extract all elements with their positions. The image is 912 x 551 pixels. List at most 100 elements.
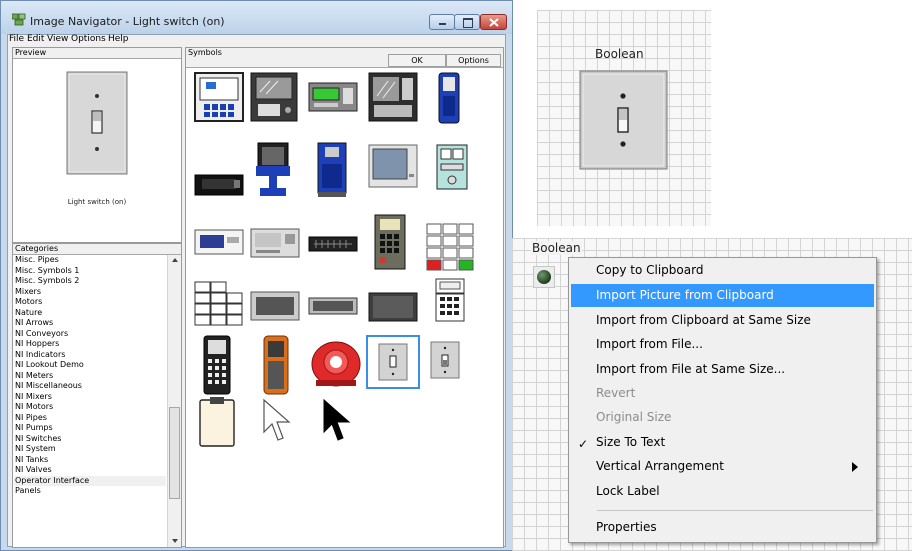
category-item[interactable]: NI Lookout Demo (14, 360, 166, 371)
categories-list: Misc. Pipes Misc. Symbols 1 Misc. Symbols … (14, 255, 166, 497)
symbol-light-switch-on-selected[interactable] (366, 335, 420, 389)
category-item[interactable]: NI Pumps (14, 423, 166, 434)
symbol-operator-panel-blue[interactable] (194, 72, 244, 122)
close-icon (489, 18, 499, 27)
preview-panel: Preview Light switch (on) (12, 47, 182, 243)
symbols-label: Symbols (188, 48, 222, 57)
category-item[interactable]: NI Valves (14, 465, 166, 476)
symbol-panel-grey[interactable] (250, 228, 300, 258)
category-item[interactable]: Misc. Symbols 1 (14, 266, 166, 277)
category-item[interactable]: Nature (14, 308, 166, 319)
category-item[interactable]: Misc. Pipes (14, 255, 166, 266)
scroll-up-icon[interactable] (172, 258, 178, 262)
symbol-handheld-terminal[interactable] (202, 335, 232, 395)
symbol-button-matrix[interactable] (426, 223, 474, 271)
options-button[interactable]: Options (446, 54, 501, 67)
symbols-panel: Symbols OK Options (185, 47, 504, 548)
menu-options[interactable]: Options (71, 34, 106, 44)
symbol-flat-panel[interactable] (250, 291, 300, 321)
image-navigator-window: Image Navigator - Light switch (on) File… (0, 0, 513, 551)
menu-bar: File Edit View Options Help (8, 34, 505, 46)
symbol-kiosk-blue[interactable] (316, 142, 348, 198)
menu-view[interactable]: View (47, 34, 68, 44)
symbol-window-grid[interactable] (194, 281, 244, 327)
categories-header: Categories (13, 244, 181, 255)
menu-item-import-from-file[interactable]: Import from File... (571, 333, 874, 356)
symbol-handheld-orange[interactable] (262, 335, 290, 395)
boolean-led-indicator[interactable] (533, 266, 555, 288)
category-item[interactable]: NI Indicators (14, 350, 166, 361)
symbol-handheld-blue[interactable] (436, 72, 462, 124)
menu-item-import-from-file-same-size[interactable]: Import from File at Same Size... (571, 358, 874, 381)
symbol-crt-monitor[interactable] (368, 144, 418, 188)
symbol-display-green[interactable] (308, 82, 358, 112)
menu-item-properties[interactable]: Properties (571, 516, 874, 539)
category-item[interactable]: NI Pipes (14, 413, 166, 424)
category-item[interactable]: NI Motors (14, 402, 166, 413)
symbol-terminal-dark[interactable] (250, 72, 298, 122)
symbol-keypad-display[interactable] (435, 278, 465, 322)
symbol-panel-grey-wide[interactable] (194, 229, 244, 255)
preview-caption: Light switch (on) (67, 198, 127, 206)
symbol-terminal-keypad[interactable] (368, 72, 418, 122)
categories-scrollbar[interactable] (167, 255, 181, 547)
symbol-terminal-stand[interactable] (250, 142, 296, 198)
ok-button[interactable]: OK (388, 54, 446, 67)
close-button[interactable] (480, 14, 507, 30)
category-item[interactable]: Panels (14, 486, 166, 497)
menu-item-import-from-clipboard-same-size[interactable]: Import from Clipboard at Same Size (571, 309, 874, 332)
menu-item-import-picture-from-clipboard[interactable]: Import Picture from Clipboard (571, 284, 874, 307)
minimize-button[interactable] (429, 14, 455, 30)
maximize-icon (463, 18, 473, 28)
menu-item-lock-label[interactable]: Lock Label (571, 480, 874, 503)
menu-help[interactable]: Help (108, 34, 129, 44)
category-item[interactable]: NI Switches (14, 434, 166, 445)
category-item[interactable]: NI System (14, 444, 166, 455)
category-item[interactable]: NI Miscellaneous (14, 381, 166, 392)
menu-edit[interactable]: Edit (27, 34, 44, 44)
symbol-clipboard[interactable] (198, 396, 236, 448)
category-item[interactable]: Motors (14, 297, 166, 308)
symbol-cursor-white[interactable] (262, 398, 294, 446)
menu-separator (597, 510, 873, 511)
menu-item-copy-to-clipboard[interactable]: Copy to Clipboard (571, 259, 874, 282)
category-item[interactable]: NI Hoppers (14, 339, 166, 350)
symbol-rack-unit[interactable] (194, 174, 244, 196)
category-item[interactable]: Operator Interface (14, 475, 166, 486)
symbols-header: Symbols OK Options (186, 48, 503, 68)
title-bar[interactable]: Image Navigator - Light switch (on) (1, 1, 512, 34)
symbol-emergency-stop[interactable] (310, 340, 362, 388)
preview-header: Preview (13, 48, 181, 59)
category-item[interactable]: Misc. Symbols 2 (14, 276, 166, 287)
category-item[interactable]: NI Meters (14, 371, 166, 382)
category-item[interactable]: NI Arrows (14, 318, 166, 329)
app-icon (12, 13, 26, 26)
window-title: Image Navigator - Light switch (on) (30, 15, 225, 28)
symbol-keyboard-strip[interactable] (308, 236, 358, 252)
client-area: File Edit View Options Help Preview Ligh… (7, 34, 506, 548)
symbol-cursor-black[interactable] (322, 398, 354, 446)
checkmark-icon: ✓ (578, 437, 589, 451)
category-item[interactable]: NI Conveyors (14, 329, 166, 340)
menu-file[interactable]: File (9, 34, 24, 44)
category-item[interactable]: Mixers (14, 287, 166, 298)
maximize-button[interactable] (454, 14, 480, 30)
symbol-light-switch-off[interactable] (430, 341, 460, 379)
symbol-slim-display[interactable] (308, 297, 358, 315)
boolean-light-switch-control[interactable] (579, 70, 668, 170)
category-item[interactable]: NI Tanks (14, 455, 166, 466)
symbol-dark-screen[interactable] (368, 292, 418, 322)
categories-panel: Categories Misc. Pipes Misc. Symbols 1 Mis… (12, 243, 182, 548)
symbol-keypad-terminal[interactable] (374, 214, 406, 270)
category-item[interactable]: NI Mixers (14, 392, 166, 403)
boolean-control-label[interactable]: Boolean (595, 47, 644, 61)
scrollbar-thumb[interactable] (169, 407, 180, 499)
menu-item-size-to-text[interactable]: Size To Text (571, 431, 874, 454)
preview-light-switch-image (66, 71, 128, 175)
boolean-indicator-label[interactable]: Boolean (531, 241, 582, 255)
symbol-control-panel-teal[interactable] (436, 144, 468, 190)
menu-item-original-size: Original Size (596, 410, 672, 424)
menu-item-vertical-arrangement[interactable]: Vertical Arrangement (571, 455, 874, 478)
submenu-arrow-icon (852, 462, 858, 472)
scroll-down-icon[interactable] (172, 539, 178, 543)
